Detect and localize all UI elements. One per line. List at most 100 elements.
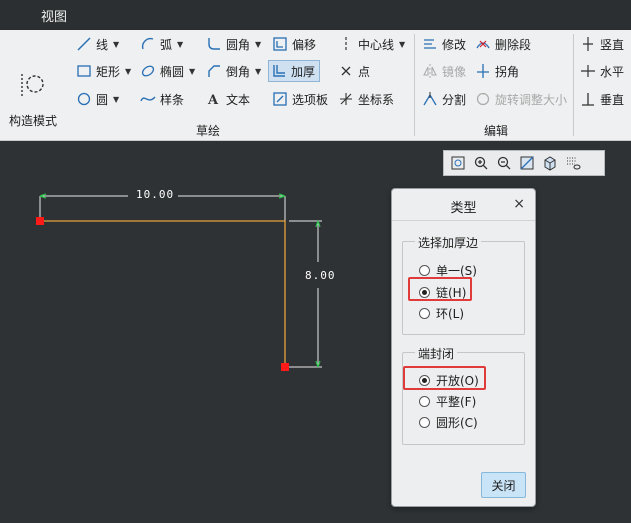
corner-label: 拐角 [495,64,520,79]
thicken-button[interactable]: 加厚 [268,60,321,82]
chevron-down-icon[interactable]: ▼ [189,67,195,76]
rectangle-button[interactable]: 矩形 ▼ [76,60,131,82]
point-label: 点 [358,64,371,79]
chevron-down-icon[interactable]: ▼ [113,95,119,104]
spline-button[interactable]: 样条 [140,88,184,110]
radio-circle[interactable] [419,264,430,276]
line-label: 线 [96,37,109,52]
rotate-resize-icon [476,92,490,106]
close-icon[interactable]: × [513,196,525,212]
open-option-highlight [403,366,486,390]
thicken-label: 加厚 [291,64,316,79]
divide-button[interactable]: 分割 [422,88,466,110]
centerline-button[interactable]: 中心线 ▼ [338,33,405,55]
dimension-vertical[interactable]: 8.00 [305,269,336,282]
end-cap-legend: 端封闭 [415,345,458,362]
svg-text:A: A [207,93,219,107]
rectangle-label: 矩形 [96,64,121,79]
radio-circle[interactable] [419,416,430,428]
horizontal-label: 水平 [600,64,625,79]
circle-label: 圆 [96,92,109,107]
sketcher-display-filter-icon[interactable] [563,153,583,173]
construct-mode-label: 构造模式 [8,114,57,128]
tab-view[interactable]: 视图 [41,6,67,25]
modify-button[interactable]: 修改 [422,33,466,55]
close-button[interactable]: 关闭 [481,472,526,498]
repaint-icon[interactable] [517,153,537,173]
text-label: 文本 [226,92,251,107]
chevron-down-icon[interactable]: ▼ [255,40,261,49]
radio-single-label: 单一(S) [436,263,477,278]
vertical-icon [583,37,593,51]
palette-label: 选项板 [292,92,329,107]
perpendicular-button[interactable]: 垂直 [580,88,624,110]
modify-label: 修改 [442,37,467,52]
circle-button[interactable]: 圆 ▼ [76,88,119,110]
radio-loop[interactable]: 环(L) [419,304,464,322]
perpendicular-icon [582,93,594,106]
delete-segment-button[interactable]: 删除段 [475,33,531,55]
ellipse-button[interactable]: 椭圆 ▼ [140,60,195,82]
mirror-icon [423,64,437,78]
dialog-title-bar[interactable]: 类型 × [392,189,535,221]
offset-label: 偏移 [292,37,317,52]
construct-mode-button[interactable]: 构造模式 [4,66,62,134]
select-edge-legend: 选择加厚边 [415,234,482,251]
coord-sys-icon [340,93,352,105]
chamfer-label: 倒角 [226,64,251,79]
offset-button[interactable]: 偏移 [272,33,316,55]
ribbon: 构造模式 线 ▼ 矩形 ▼ 圆 ▼ 弧 ▼ 椭圆 ▼ 样条 圆角 ▼ 倒角 ▼ A 文本 [0,30,631,141]
arc-label: 弧 [160,37,173,52]
radio-round-label: 圆形(C) [436,415,478,430]
horizontal-button[interactable]: 水平 [580,60,624,82]
chamfer-icon [208,65,220,77]
fillet-icon [208,38,220,50]
sketch-canvas[interactable] [0,141,631,523]
corner-button[interactable]: 拐角 [475,60,519,82]
chevron-down-icon[interactable]: ▼ [399,40,405,49]
view-toolbar [443,150,605,176]
palette-button[interactable]: 选项板 [272,88,328,110]
point-icon [341,66,351,76]
modify-icon [424,39,436,49]
chamfer-button[interactable]: 倒角 ▼ [206,60,261,82]
point-button[interactable]: 点 [338,60,370,82]
delete-segment-label: 删除段 [495,37,532,52]
display-style-icon[interactable] [540,153,560,173]
circle-icon [77,92,91,106]
chevron-down-icon[interactable]: ▼ [255,67,261,76]
centerline-label: 中心线 [358,37,395,52]
chevron-down-icon[interactable]: ▼ [177,40,183,49]
type-dialog: 类型 × 选择加厚边 单一(S) 链(H) 环(L) 端封闭 开放(O) 平整(… [391,188,536,507]
spline-label: 样条 [160,92,185,107]
menu-bar: 视图 [0,0,631,30]
zoom-in-icon[interactable] [471,153,491,173]
radio-round[interactable]: 圆形(C) [419,413,478,431]
radio-flat[interactable]: 平整(F) [419,392,476,410]
coord-sys-label: 坐标系 [358,92,395,107]
rectangle-icon [77,65,91,77]
vertical-button[interactable]: 竖直 [580,33,624,55]
divide-label: 分割 [442,92,467,107]
radio-circle[interactable] [419,395,430,407]
text-button[interactable]: A 文本 [206,88,250,110]
zoom-out-icon[interactable] [494,153,514,173]
chevron-down-icon[interactable]: ▼ [125,67,131,76]
refit-icon[interactable] [448,153,468,173]
delete-segment-icon [476,40,490,49]
coord-sys-button[interactable]: 坐标系 [338,88,394,110]
mirror-button[interactable]: 镜像 [422,60,466,82]
construct-mode-icon [21,74,44,96]
dimension-horizontal[interactable]: 10.00 [136,188,174,201]
fillet-button[interactable]: 圆角 ▼ [206,33,261,55]
line-icon [77,37,91,51]
corner-icon [477,64,489,78]
offset-icon [273,37,287,51]
spline-icon [140,96,156,102]
chevron-down-icon[interactable]: ▼ [113,40,119,49]
rotate-resize-button[interactable]: 旋转调整大小 [475,88,567,110]
mirror-label: 镜像 [442,64,467,79]
radio-circle[interactable] [419,307,430,319]
line-button[interactable]: 线 ▼ [76,33,119,55]
arc-button[interactable]: 弧 ▼ [140,33,183,55]
